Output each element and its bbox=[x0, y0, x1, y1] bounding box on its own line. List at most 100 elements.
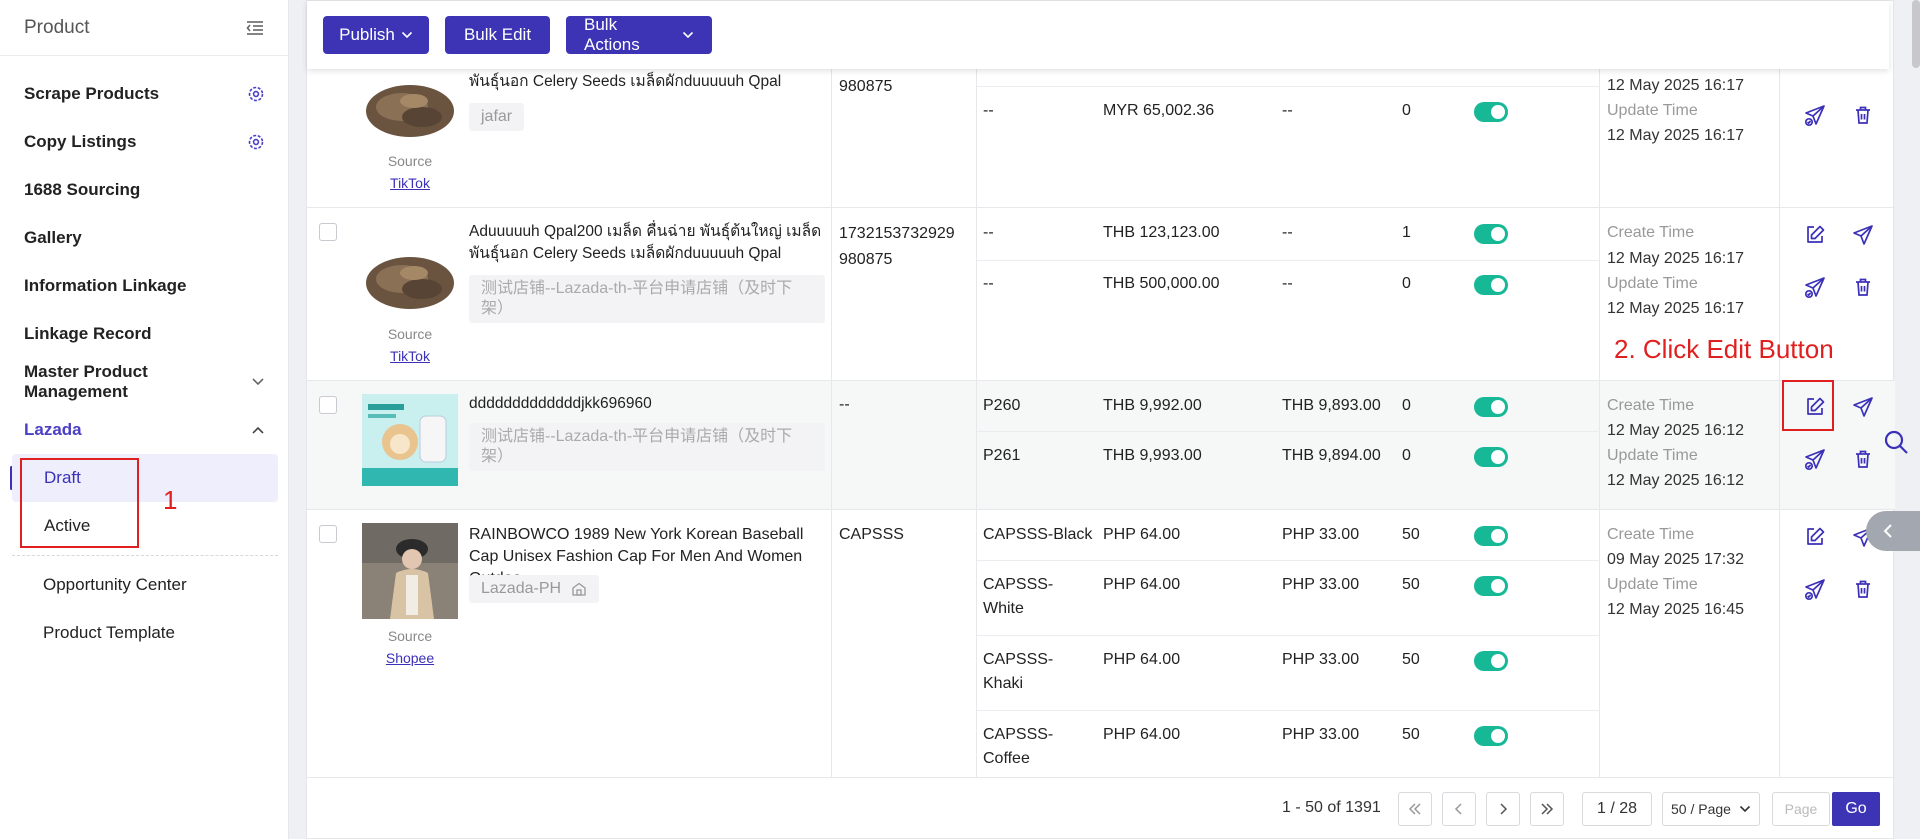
variant-status-toggle[interactable] bbox=[1474, 224, 1508, 244]
variant-stock: 0 bbox=[1402, 275, 1411, 292]
chevron-down-icon bbox=[401, 31, 413, 39]
variant-sku: P261 bbox=[983, 447, 1021, 464]
publish-icon[interactable] bbox=[1803, 103, 1827, 127]
row-checkbox[interactable] bbox=[319, 396, 337, 414]
source-link[interactable]: TikTok bbox=[362, 175, 458, 191]
delete-icon[interactable] bbox=[1851, 103, 1875, 127]
variant-status-toggle[interactable] bbox=[1474, 576, 1508, 596]
annotation-step-2: 2. Click Edit Button bbox=[1614, 334, 1834, 364]
sidebar-item-product-template[interactable]: Product Template bbox=[12, 609, 278, 657]
variant-stock: 0 bbox=[1402, 397, 1411, 414]
row-checkbox[interactable] bbox=[319, 223, 337, 241]
delete-icon[interactable] bbox=[1851, 447, 1875, 471]
product-title[interactable]: Aduuuuuh Qpal200 เมล็ด คื่นฉ่าย พันธุ์ต้… bbox=[469, 221, 829, 265]
send-icon[interactable] bbox=[1851, 395, 1875, 419]
variant-status-toggle[interactable] bbox=[1474, 726, 1508, 746]
publish-icon[interactable] bbox=[1803, 447, 1827, 471]
chevron-down-icon bbox=[1739, 805, 1751, 813]
create-time-label: Create Time bbox=[1607, 526, 1695, 543]
page-size-select[interactable]: 50 / Page bbox=[1662, 792, 1760, 826]
variant-status-toggle[interactable] bbox=[1474, 651, 1508, 671]
column-divider bbox=[1779, 1, 1780, 777]
product-title[interactable]: พันธุ์นอก Celery Seeds เมล็ดผักduuuuuh Q… bbox=[469, 71, 829, 93]
annotation-step-1: 1 bbox=[163, 485, 178, 515]
gear-icon[interactable] bbox=[247, 85, 265, 103]
edit-icon[interactable] bbox=[1803, 223, 1827, 247]
edit-icon[interactable] bbox=[1803, 525, 1827, 549]
last-page-button[interactable] bbox=[1530, 792, 1564, 826]
current-page-indicator: 1 / 28 bbox=[1582, 792, 1652, 826]
variant-stock: 50 bbox=[1402, 576, 1420, 593]
variant-stock: 50 bbox=[1402, 651, 1420, 668]
update-time-label: Update Time bbox=[1607, 102, 1698, 119]
product-image bbox=[362, 394, 458, 486]
sidebar-item-scrape-products[interactable]: Scrape Products bbox=[0, 70, 289, 118]
update-time-label: Update Time bbox=[1607, 447, 1698, 464]
variant-sku: CAPSSS-White bbox=[983, 576, 1054, 617]
sidebar-title: Product bbox=[24, 16, 90, 38]
update-time-value: 12 May 2025 16:17 bbox=[1607, 127, 1744, 144]
variant-divider bbox=[977, 710, 1600, 711]
variant-stock: 0 bbox=[1402, 447, 1411, 464]
product-sku: 980875 bbox=[839, 78, 893, 95]
variant-status-toggle[interactable] bbox=[1474, 397, 1508, 417]
update-time-value: 12 May 2025 16:45 bbox=[1607, 601, 1744, 618]
delete-icon[interactable] bbox=[1851, 577, 1875, 601]
variant-price: THB 123,123.00 bbox=[1103, 224, 1220, 241]
variant-status-toggle[interactable] bbox=[1474, 275, 1508, 295]
row-divider bbox=[307, 207, 1895, 208]
send-icon[interactable] bbox=[1851, 223, 1875, 247]
variant-price: PHP 64.00 bbox=[1103, 576, 1181, 593]
bulk-actions-button[interactable]: Bulk Actions bbox=[566, 15, 712, 54]
sidebar-item-information-linkage[interactable]: Information Linkage bbox=[0, 262, 289, 310]
variant-price: PHP 64.00 bbox=[1103, 526, 1181, 543]
search-icon[interactable] bbox=[1882, 428, 1910, 456]
bulk-edit-button[interactable]: Bulk Edit bbox=[445, 16, 550, 54]
variant-sku: CAPSSS-Black bbox=[983, 526, 1093, 543]
gear-icon[interactable] bbox=[247, 133, 265, 151]
variant-stock: 1 bbox=[1402, 224, 1411, 241]
row-checkbox[interactable] bbox=[319, 525, 337, 543]
page-jump-input[interactable]: Page bbox=[1772, 792, 1830, 826]
sidebar-item-label: Copy Listings bbox=[24, 132, 137, 151]
go-button[interactable]: Go bbox=[1832, 792, 1880, 826]
update-time-value: 12 May 2025 16:12 bbox=[1607, 472, 1744, 489]
product-title[interactable]: dddddddddddddjkk696960 bbox=[469, 393, 829, 415]
variant-price: THB 500,000.00 bbox=[1103, 275, 1220, 292]
source-link[interactable]: Shopee bbox=[362, 650, 458, 666]
next-page-button[interactable] bbox=[1486, 792, 1520, 826]
sidebar-item-label: Linkage Record bbox=[24, 324, 152, 343]
variant-special-price: PHP 33.00 bbox=[1282, 651, 1360, 668]
sidebar-item-linkage-record[interactable]: Linkage Record bbox=[0, 310, 289, 358]
variant-special-price: PHP 33.00 bbox=[1282, 576, 1360, 593]
update-time-label: Update Time bbox=[1607, 275, 1698, 292]
prev-page-button[interactable] bbox=[1442, 792, 1476, 826]
variant-status-toggle[interactable] bbox=[1474, 447, 1508, 467]
sidebar-item-gallery[interactable]: Gallery bbox=[0, 214, 289, 262]
variant-status-toggle[interactable] bbox=[1474, 526, 1508, 546]
first-page-button[interactable] bbox=[1398, 792, 1432, 826]
publish-icon[interactable] bbox=[1803, 275, 1827, 299]
sidebar-item-copy-listings[interactable]: Copy Listings bbox=[0, 118, 289, 166]
annotation-box-step-2 bbox=[1782, 380, 1834, 431]
sidebar-item-opportunity-center[interactable]: Opportunity Center bbox=[12, 561, 278, 609]
row-divider bbox=[307, 380, 1895, 381]
publish-button[interactable]: Publish bbox=[323, 16, 429, 54]
collapse-panel-tab[interactable] bbox=[1866, 511, 1920, 551]
collapse-menu-icon[interactable] bbox=[246, 20, 264, 36]
bulk-actions-label: Bulk Actions bbox=[584, 15, 640, 54]
publish-icon[interactable] bbox=[1803, 577, 1827, 601]
publish-label: Publish bbox=[339, 25, 395, 44]
sidebar-item-lazada[interactable]: Lazada bbox=[0, 406, 289, 454]
variant-status-toggle[interactable] bbox=[1474, 102, 1508, 122]
scrollbar-thumb[interactable] bbox=[1912, 0, 1920, 68]
create-time-value: 12 May 2025 16:17 bbox=[1607, 77, 1744, 94]
store-tag: Lazada-PH bbox=[469, 575, 600, 603]
annotation-box-step-1 bbox=[20, 458, 139, 548]
variant-special-price: PHP 33.00 bbox=[1282, 726, 1360, 743]
variant-price: MYR 65,002.36 bbox=[1103, 102, 1215, 119]
delete-icon[interactable] bbox=[1851, 275, 1875, 299]
sidebar-item-master-product-management[interactable]: Master Product Management bbox=[0, 358, 289, 406]
source-link[interactable]: TikTok bbox=[362, 348, 458, 364]
sidebar-item-1688-sourcing[interactable]: 1688 Sourcing bbox=[0, 166, 289, 214]
